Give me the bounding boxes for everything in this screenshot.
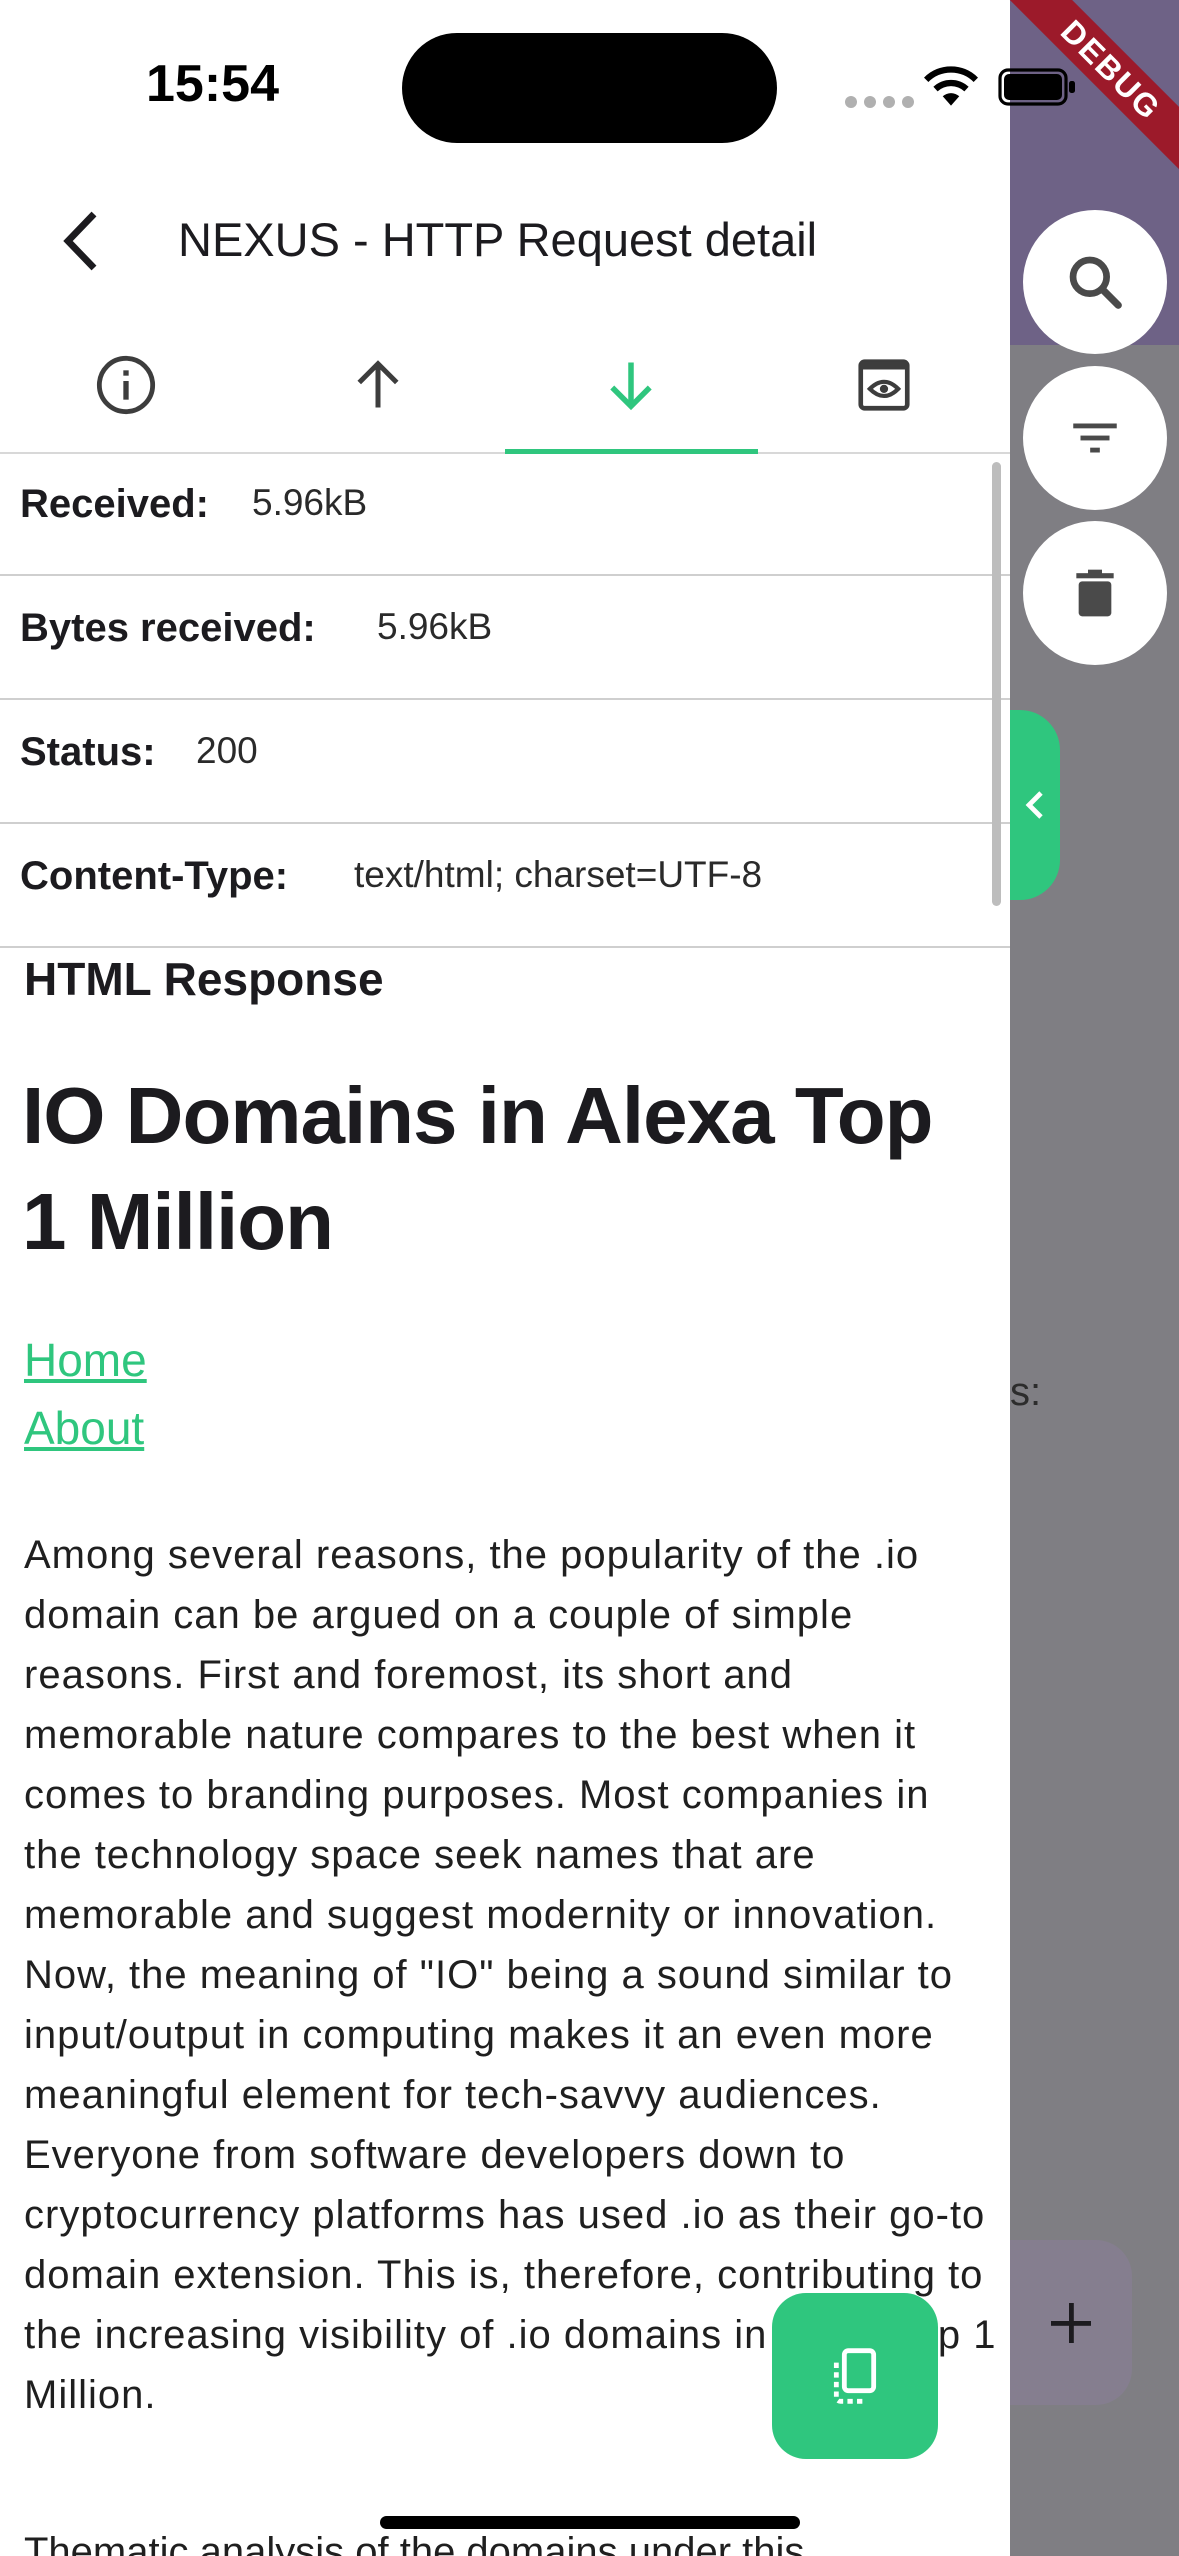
- received-value: 5.96kB: [252, 482, 368, 523]
- plus-icon: [1051, 2302, 1091, 2343]
- chevron-left-icon: [1025, 791, 1043, 819]
- status-label: Status:: [20, 730, 156, 774]
- search-icon: [1069, 256, 1122, 309]
- tab-request[interactable]: [252, 318, 504, 452]
- response-info-list: Received: 5.96kB Bytes received: 5.96kB …: [0, 452, 1010, 948]
- detail-tabs: [0, 318, 1010, 454]
- list-item: Received: 5.96kB: [0, 452, 1010, 576]
- copy-button[interactable]: [772, 2293, 938, 2459]
- html-paragraph-next: Thematic analysis of the domains under t…: [24, 2530, 805, 2556]
- tab-preview[interactable]: [758, 318, 1010, 452]
- list-item: Status: 200: [0, 700, 1010, 824]
- home-link[interactable]: Home: [24, 1333, 147, 1387]
- bytes-received-value: 5.96kB: [377, 606, 493, 647]
- delete-button[interactable]: [1023, 521, 1167, 665]
- tab-response[interactable]: [505, 318, 757, 452]
- request-detail-panel: 15:54 NEXUS - HTTP Request detail Receiv…: [0, 0, 1010, 2556]
- status-time: 15:54: [146, 55, 279, 113]
- debug-label: DEBUG: [1003, 0, 1179, 178]
- copy-icon: [833, 2348, 877, 2404]
- search-button[interactable]: [1023, 210, 1167, 354]
- home-indicator[interactable]: [380, 2516, 800, 2529]
- page-title: NEXUS - HTTP Request detail: [178, 213, 818, 266]
- trash-icon: [1076, 569, 1114, 617]
- background-overlay: [1010, 345, 1179, 2556]
- html-paragraph: Among several reasons, the popularity of…: [24, 1533, 997, 2417]
- back-button[interactable]: [54, 206, 114, 276]
- info-icon: [96, 355, 156, 415]
- content-type-value: text/html; charset=UTF-8: [354, 854, 763, 895]
- scrollbar[interactable]: [992, 462, 1001, 906]
- preview-icon: [858, 359, 910, 411]
- wifi-icon: [924, 66, 978, 106]
- signal-icon: [845, 96, 914, 108]
- filter-button[interactable]: [1023, 366, 1167, 510]
- content-type-label: Content-Type:: [20, 854, 289, 898]
- drawer-handle[interactable]: [1010, 710, 1060, 900]
- debug-banner: DEBUG: [979, 0, 1179, 200]
- dynamic-island: [402, 33, 777, 143]
- arrow-up-icon: [357, 360, 399, 408]
- list-item: Bytes received: 5.96kB: [0, 576, 1010, 700]
- arrow-back-icon: [63, 211, 97, 271]
- list-item: Content-Type: text/html; charset=UTF-8: [0, 824, 1010, 948]
- html-response-title: HTML Response: [24, 953, 384, 1005]
- tab-overview[interactable]: [0, 318, 252, 452]
- received-label: Received:: [20, 482, 209, 526]
- status-value: 200: [196, 730, 258, 771]
- add-button[interactable]: [1010, 2240, 1132, 2405]
- background-partial-text: s:: [1010, 1370, 1042, 1414]
- html-heading: IO Domains in Alexa Top 1 Million: [22, 1071, 933, 1266]
- arrow-down-icon: [610, 362, 652, 411]
- filter-icon: [1073, 423, 1117, 453]
- about-link[interactable]: About: [24, 1401, 144, 1455]
- bytes-received-label: Bytes received:: [20, 606, 316, 650]
